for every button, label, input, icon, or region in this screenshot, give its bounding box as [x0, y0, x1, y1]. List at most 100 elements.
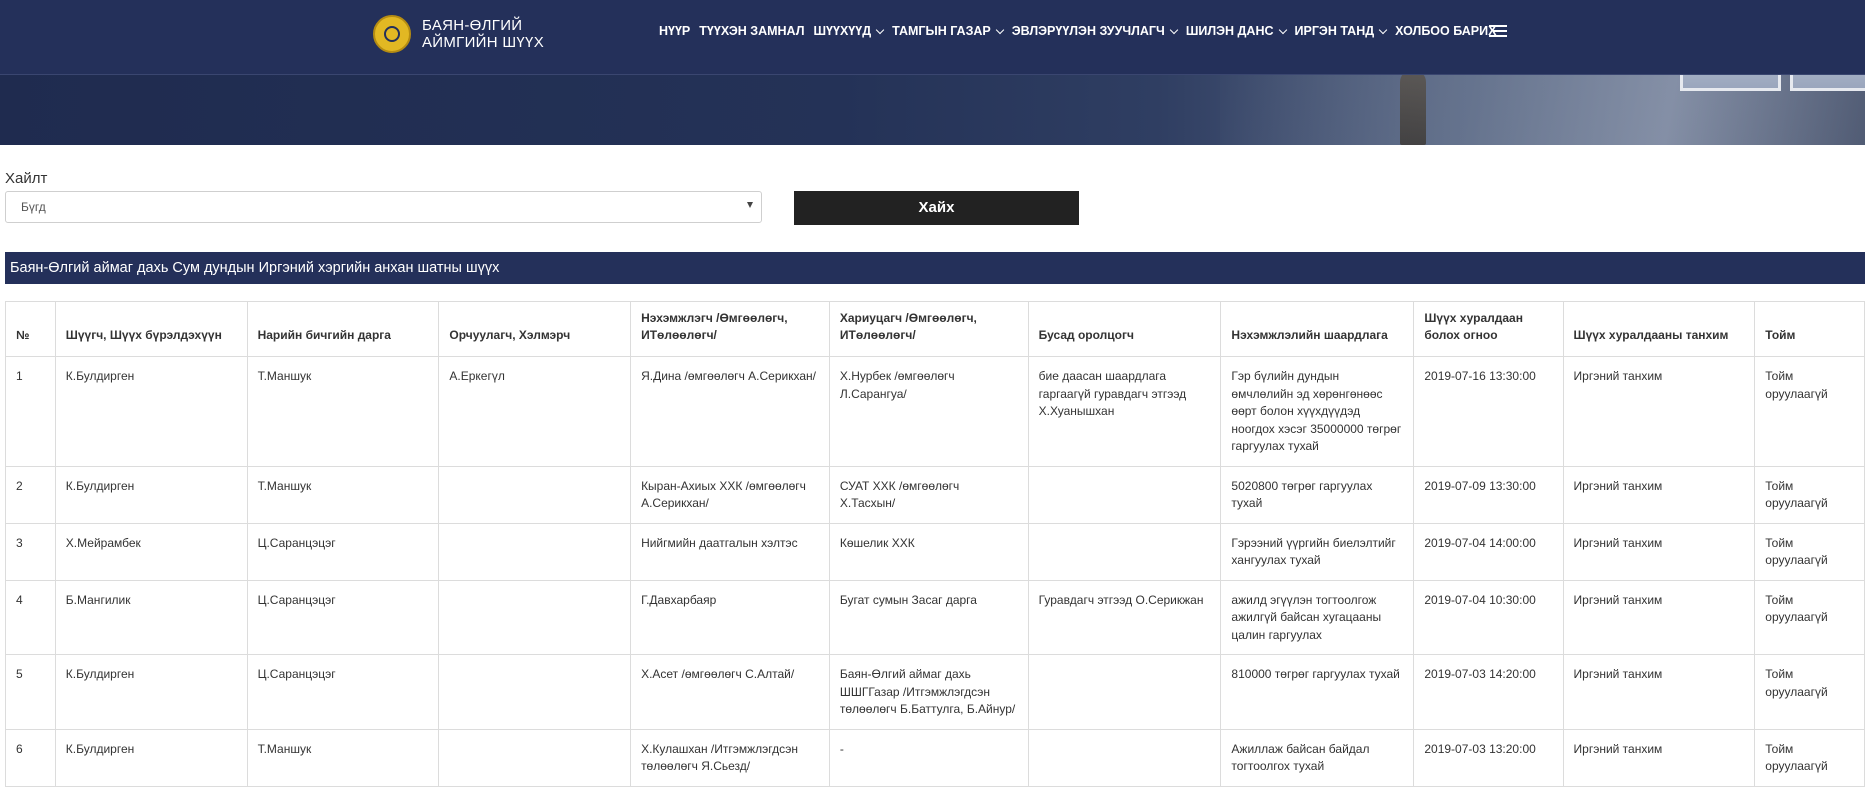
cell-secretary: Т.Маншук	[246, 728, 440, 787]
chevron-down-icon	[875, 25, 885, 34]
cell-plaintiff: Кыран-Ахиых ХХК /өмгөөлөгч А.Серикхан/	[630, 465, 830, 524]
nav-item-label: ТАМГЫН ГАЗАР	[892, 24, 991, 38]
nav-item-label: НҮҮР	[659, 24, 691, 38]
cell-translator	[438, 465, 632, 524]
cell-number: 5	[5, 654, 56, 730]
cell-plaintiff: Я.Дина /өмгөөлөгч А.Серикхан/	[630, 356, 830, 467]
cell-defendant: Бугат сумын Засаг дарга	[828, 579, 1029, 655]
chevron-down-icon	[1378, 25, 1388, 34]
cell-number: 2	[5, 465, 56, 524]
chevron-down-icon	[1278, 25, 1287, 34]
court-logo-icon[interactable]	[373, 15, 411, 53]
cell-hearing-room: Иргэний танхим	[1562, 465, 1756, 524]
cell-secretary: Т.Маншук	[246, 465, 440, 524]
cell-translator	[438, 728, 632, 787]
main-nav: НҮҮР ТҮҮХЭН ЗАМНАЛ ШҮҮХҮҮД ТАМГЫН ГАЗАР ЭВЛЭ…	[659, 24, 1505, 38]
cell-secretary: Ц.Саранцэцэг	[246, 579, 440, 655]
cell-secretary: Ц.Саранцэцэг	[246, 654, 440, 730]
search-label: Хайлт	[5, 170, 48, 187]
cell-number: 4	[5, 579, 56, 655]
cell-defendant: Х.Нурбек /өмгөөлөгч Л.Сарангуа/	[828, 356, 1029, 467]
cell-judge: К.Булдирген	[54, 356, 248, 467]
col-header-judge: Шүүгч, Шүүх бүрэлдэхүүн	[54, 301, 248, 357]
cell-claim: Гэр бүлийн дундын өмчлөлийн эд хөрөнгөнө…	[1220, 356, 1415, 467]
nav-item[interactable]: НҮҮР	[659, 24, 699, 38]
menu-icon[interactable]	[1489, 25, 1507, 39]
table-row: 4 Б.Мангилик Ц.Саранцэцэг Г.Давхарбаяр Бугат…	[5, 579, 1865, 655]
cell-secretary: Ц.Саранцэцэг	[246, 522, 440, 581]
col-header-hearing-room: Шүүх хуралдааны танхим	[1562, 301, 1756, 357]
cell-other-participant	[1027, 465, 1222, 524]
nav-item[interactable]: ИРГЭН ТАНД	[1295, 24, 1396, 38]
nav-item[interactable]: ШИЛЭН ДАНС	[1186, 24, 1295, 38]
cell-hearing-date: 2019-07-03 14:20:00	[1413, 654, 1564, 730]
cell-translator	[438, 579, 632, 655]
table-row: 1 К.Булдирген Т.Маншук А.Еркегүл Я.Дина /өмг…	[5, 356, 1865, 467]
nav-item-label: ЭВЛЭРҮҮЛЭН ЗУУЧЛАГЧ	[1011, 24, 1165, 38]
cell-summary: Тойм оруулаагүй	[1754, 356, 1865, 467]
nav-item[interactable]: ШҮҮХҮҮД	[814, 24, 893, 38]
nav-item-label: ШҮҮХҮҮД	[813, 24, 872, 38]
cell-summary: Тойм оруулаагүй	[1754, 465, 1865, 524]
cell-other-participant: Гуравдагч этгээд О.Серикжан	[1027, 579, 1222, 655]
col-header-plaintiff: Нэхэмжлэгч /Өмгөөлөгч, ИТөлөөлөгч/	[630, 301, 830, 357]
nav-item-label: ИРГЭН ТАНД	[1294, 24, 1375, 38]
court-filter-value: Бүгд	[21, 200, 46, 214]
nav-item[interactable]: ТҮҮХЭН ЗАМНАЛ	[699, 24, 813, 38]
cell-hearing-room: Иргэний танхим	[1562, 654, 1756, 730]
cell-plaintiff: Нийгмийн даатгалын хэлтэс	[630, 522, 830, 581]
cell-judge: К.Булдирген	[54, 654, 248, 730]
table-row: 5 К.Булдирген Ц.Саранцэцэг Х.Асет /өмгөөлөг…	[5, 654, 1865, 730]
cell-claim: 5020800 төгрөг гаргуулах тухай	[1220, 465, 1415, 524]
cell-other-participant	[1027, 522, 1222, 581]
table-row: 3 Х.Мейрамбек Ц.Саранцэцэг Нийгмийн даатгал…	[5, 522, 1865, 581]
cell-plaintiff: Х.Кулашхан /Итгэмжлэгдсэн төлөөлөгч Я.Сь…	[630, 728, 830, 787]
nav-item[interactable]: ТАМГЫН ГАЗАР	[892, 24, 1012, 38]
hearing-schedule-table: № Шүүгч, Шүүх бүрэлдэхүүн Нарийн бичгийн…	[5, 301, 1865, 787]
col-header-defendant: Хариуцагч /Өмгөөлөгч, ИТөлөөлөгч/	[828, 301, 1029, 357]
cell-hearing-date: 2019-07-04 10:30:00	[1413, 579, 1564, 655]
top-navbar: БАЯН-ӨЛГИЙ АЙМГИЙН ШҮҮХ НҮҮР ТҮҮХЭН ЗАМНА…	[0, 0, 1865, 75]
cell-number: 3	[5, 522, 56, 581]
cell-other-participant	[1027, 654, 1222, 730]
cell-translator: А.Еркегүл	[438, 356, 632, 467]
cell-translator	[438, 522, 632, 581]
cell-claim: Гэрээний үүргийн биелэлтийг хангуулах ту…	[1220, 522, 1415, 581]
section-title: Баян-Өлгий аймаг дахь Сум дундын Иргэний…	[5, 252, 1865, 284]
cell-defendant: Баян-Өлгий аймаг дахь ШШГГазар /Итгэмжлэ…	[828, 654, 1029, 730]
cell-hearing-date: 2019-07-04 14:00:00	[1413, 522, 1564, 581]
cell-hearing-room: Иргэний танхим	[1562, 356, 1756, 467]
cell-claim: 810000 төгрөг гаргуулах тухай	[1220, 654, 1415, 730]
cell-plaintiff: Х.Асет /өмгөөлөгч С.Алтай/	[630, 654, 830, 730]
cell-judge: Б.Мангилик	[54, 579, 248, 655]
cell-plaintiff: Г.Давхарбаяр	[630, 579, 830, 655]
chevron-down-icon	[1169, 25, 1179, 34]
hero-photo-statue	[1400, 70, 1426, 145]
caret-down-icon	[747, 202, 753, 208]
cell-other-participant: бие даасан шаардлага гаргаагүй гуравдагч…	[1027, 356, 1222, 467]
col-header-hearing-date: Шүүх хуралдаан болох огноо	[1413, 301, 1564, 357]
brand-name[interactable]: БАЯН-ӨЛГИЙ АЙМГИЙН ШҮҮХ	[422, 17, 544, 51]
col-header-secretary: Нарийн бичгийн дарга	[246, 301, 440, 357]
table-header-row: № Шүүгч, Шүүх бүрэлдэхүүн Нарийн бичгийн…	[5, 301, 1865, 357]
nav-item[interactable]: ЭВЛЭРҮҮЛЭН ЗУУЧЛАГЧ	[1012, 24, 1186, 38]
search-button[interactable]: Хайх	[794, 191, 1079, 225]
table-row: 6 К.Булдирген Т.Маншук Х.Кулашхан /Итгэмжлэ…	[5, 728, 1865, 787]
court-filter-select[interactable]: Бүгд	[5, 191, 762, 223]
cell-number: 6	[5, 728, 56, 787]
nav-item-label: ХОЛБОО БАРИХ	[1395, 24, 1497, 38]
cell-judge: Х.Мейрамбек	[54, 522, 248, 581]
cell-hearing-date: 2019-07-16 13:30:00	[1413, 356, 1564, 467]
cell-translator	[438, 654, 632, 730]
cell-summary: Тойм оруулаагүй	[1754, 654, 1865, 730]
cell-summary: Тойм оруулаагүй	[1754, 579, 1865, 655]
cell-summary: Тойм оруулаагүй	[1754, 522, 1865, 581]
col-header-number: №	[5, 301, 56, 357]
cell-defendant: -	[828, 728, 1029, 787]
cell-hearing-room: Иргэний танхим	[1562, 728, 1756, 787]
nav-item-label: ШИЛЭН ДАНС	[1185, 24, 1274, 38]
cell-claim: ажилд эгүүлэн тогтоолгож ажилгүй байсан …	[1220, 579, 1415, 655]
cell-judge: К.Булдирген	[54, 465, 248, 524]
cell-defendant: СУАТ ХХК /өмгөөлөгч Х.Тасхын/	[828, 465, 1029, 524]
cell-secretary: Т.Маншук	[246, 356, 440, 467]
